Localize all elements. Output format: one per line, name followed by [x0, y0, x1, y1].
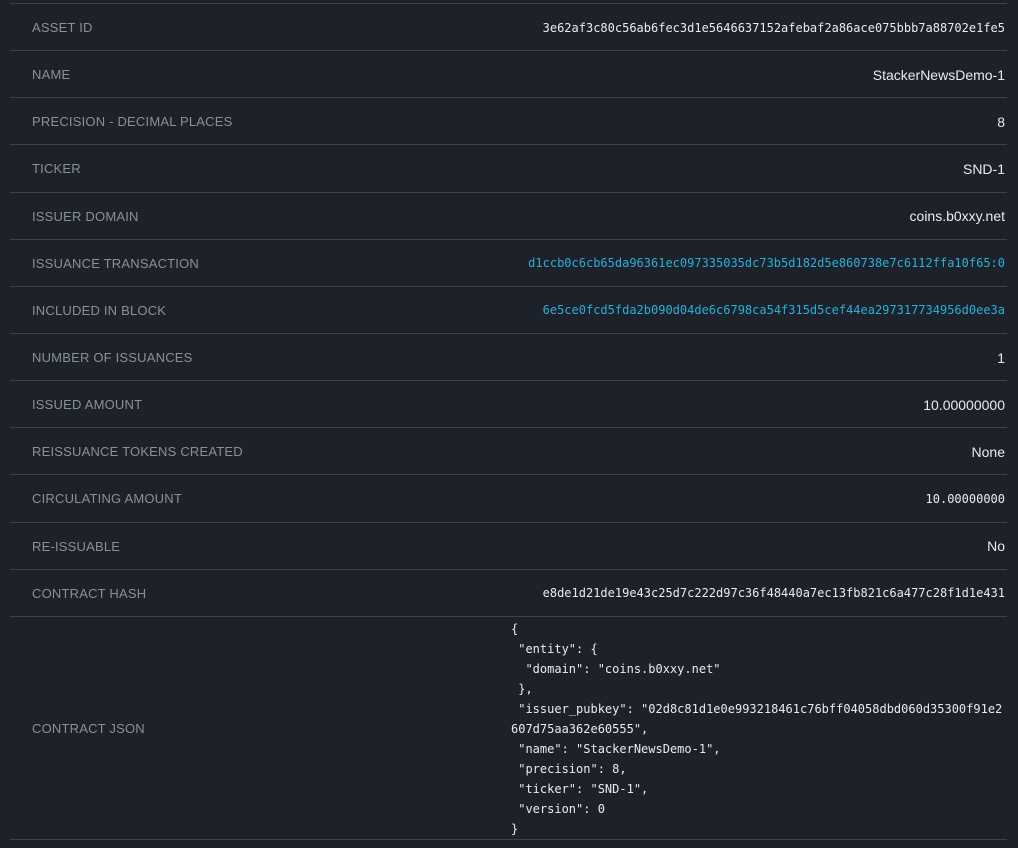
row-label-included-in-block: INCLUDED IN BLOCK [32, 303, 166, 318]
re-issuable-value: No [120, 538, 1005, 554]
included-in-block-value: 6e5ce0fcd5fda2b090d04de6c6798ca54f315d5c… [166, 303, 1005, 317]
issuer-domain-value: coins.b0xxy.net [139, 208, 1005, 224]
table-row-contract-json: CONTRACT JSON { "entity": { "domain": "c… [0, 617, 1018, 840]
number-of-issuances-value: 1 [193, 350, 1005, 366]
name-value: StackerNewsDemo-1 [70, 67, 1005, 83]
table-row-issued-amount: ISSUED AMOUNT 10.00000000 [0, 381, 1018, 428]
row-label-issuer-domain: ISSUER DOMAIN [32, 209, 139, 224]
contract-json-value: { "entity": { "domain": "coins.b0xxy.net… [511, 617, 1005, 839]
table-row-precision-decimal-places: PRECISION - DECIMAL PLACES 8 [0, 98, 1018, 145]
table-row-number-of-issuances: NUMBER OF ISSUANCES 1 [0, 334, 1018, 381]
table-row-reissuance-tokens-created: REISSUANCE TOKENS CREATED None [0, 428, 1018, 475]
row-label-name: NAME [32, 67, 70, 82]
row-label-issuance-transaction: ISSUANCE TRANSACTION [32, 256, 199, 271]
circulating-amount-value: 10.00000000 [182, 492, 1005, 506]
asset-details-table: ASSET ID 3e62af3c80c56ab6fec3d1e56466371… [0, 0, 1018, 840]
row-label-re-issuable: RE-ISSUABLE [32, 539, 120, 554]
row-label-circulating-amount: CIRCULATING AMOUNT [32, 491, 182, 506]
table-row-contract-hash: CONTRACT HASH e8de1d21de19e43c25d7c222d9… [0, 570, 1018, 617]
issuance-transaction-link[interactable]: d1ccb0c6cb65da96361ec097335035dc73b5d182… [528, 256, 1005, 270]
row-label-issued-amount: ISSUED AMOUNT [32, 397, 142, 412]
row-label-contract-json: CONTRACT JSON [32, 721, 145, 736]
table-row-re-issuable: RE-ISSUABLE No [0, 523, 1018, 570]
included-in-block-link[interactable]: 6e5ce0fcd5fda2b090d04de6c6798ca54f315d5c… [543, 303, 1005, 317]
table-row-asset-id: ASSET ID 3e62af3c80c56ab6fec3d1e56466371… [0, 4, 1018, 51]
ticker-value: SND-1 [81, 161, 1005, 177]
table-row-issuance-transaction: ISSUANCE TRANSACTION d1ccb0c6cb65da96361… [0, 240, 1018, 287]
table-row-name: NAME StackerNewsDemo-1 [0, 51, 1018, 98]
row-label-precision-decimal-places: PRECISION - DECIMAL PLACES [32, 114, 233, 129]
precision-decimal-places-value: 8 [233, 114, 1006, 130]
issued-amount-value: 10.00000000 [142, 397, 1005, 413]
row-label-reissuance-tokens-created: REISSUANCE TOKENS CREATED [32, 444, 243, 459]
issuance-transaction-value: d1ccb0c6cb65da96361ec097335035dc73b5d182… [199, 256, 1005, 270]
table-rows: ASSET ID 3e62af3c80c56ab6fec3d1e56466371… [0, 4, 1018, 617]
asset-id-value: 3e62af3c80c56ab6fec3d1e5646637152afebaf2… [93, 21, 1005, 35]
row-label-asset-id: ASSET ID [32, 20, 93, 35]
row-label-contract-hash: CONTRACT HASH [32, 586, 146, 601]
reissuance-tokens-created-value: None [243, 444, 1005, 460]
row-label-number-of-issuances: NUMBER OF ISSUANCES [32, 350, 193, 365]
table-row-included-in-block: INCLUDED IN BLOCK 6e5ce0fcd5fda2b090d04d… [0, 287, 1018, 334]
table-row-issuer-domain: ISSUER DOMAIN coins.b0xxy.net [0, 193, 1018, 240]
table-row-ticker: TICKER SND-1 [0, 145, 1018, 192]
row-label-ticker: TICKER [32, 161, 81, 176]
contract-hash-value: e8de1d21de19e43c25d7c222d97c36f48440a7ec… [146, 586, 1005, 600]
table-row-circulating-amount: CIRCULATING AMOUNT 10.00000000 [0, 475, 1018, 522]
